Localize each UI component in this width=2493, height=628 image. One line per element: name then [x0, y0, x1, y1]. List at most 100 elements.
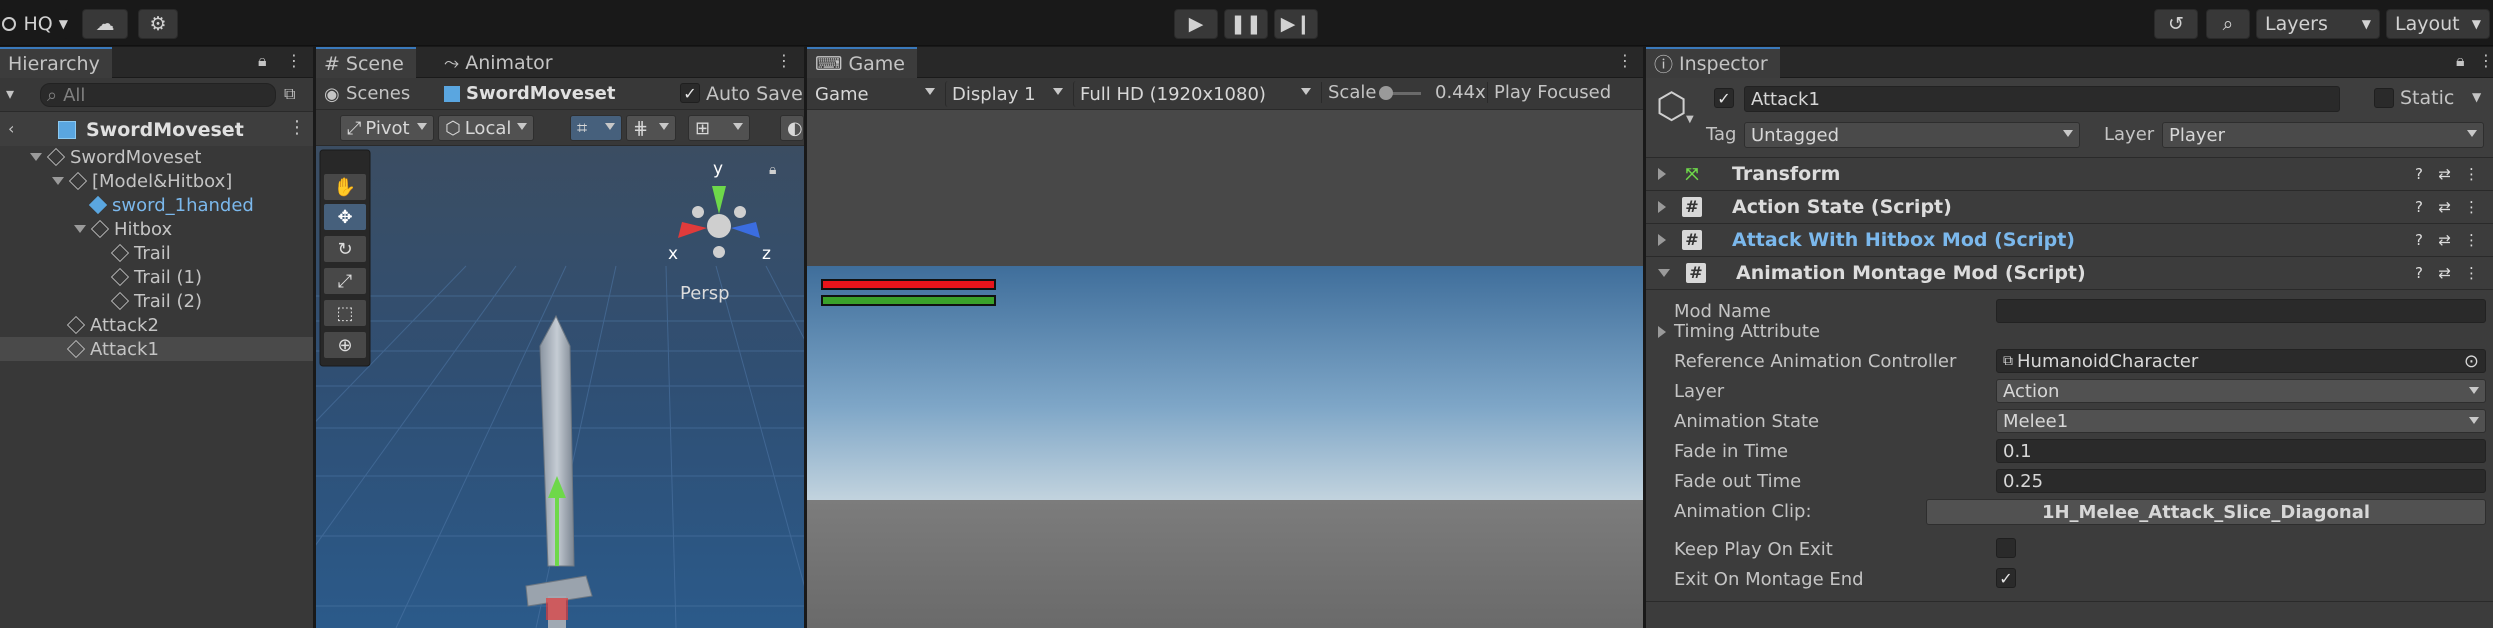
static-checkbox[interactable]	[2374, 88, 2394, 108]
hierarchy-search-input[interactable]: ⌕ All	[40, 83, 276, 107]
rotate-tool-icon[interactable]: ↻	[337, 239, 352, 260]
transform-tool-icon[interactable]: ⊕	[337, 335, 352, 356]
animation-state-dropdown[interactable]: Melee1	[1996, 409, 2486, 433]
grid-snap-toggle[interactable]: ⌗	[570, 115, 622, 141]
rect-tool-icon[interactable]: ⬚	[336, 303, 353, 324]
foldout-arrow-icon[interactable]	[1658, 168, 1666, 180]
kebab-menu-icon[interactable]: ⋮	[286, 51, 302, 70]
scale-tool-icon[interactable]: ⤢	[338, 271, 353, 292]
back-arrow-icon[interactable]: ‹	[8, 119, 14, 138]
tab-hierarchy[interactable]: Hierarchy	[0, 47, 112, 78]
timing-attribute-foldout[interactable]: Timing Attribute	[1674, 321, 1820, 342]
foldout-arrow-icon[interactable]	[1658, 269, 1670, 277]
game-viewport[interactable]	[807, 110, 1643, 628]
draw-mode-toggle[interactable]: ◐	[780, 115, 804, 141]
kebab-menu-icon[interactable]: ⋮	[288, 117, 306, 138]
kebab-menu-icon[interactable]: ⋮	[776, 51, 792, 70]
component-header[interactable]: # Attack With Hitbox Mod (Script)? ⇄ ⋮	[1646, 224, 2493, 257]
scale-slider-handle[interactable]	[1379, 86, 1393, 100]
kebab-menu-icon[interactable]: ⋮	[2464, 198, 2479, 216]
tab-inspector[interactable]: ⓘ Inspector	[1646, 47, 1780, 78]
history-button[interactable]: ↺	[2154, 9, 2198, 39]
step-button[interactable]: ▶❙	[1274, 9, 1318, 39]
hand-tool-icon[interactable]: ✋	[334, 176, 356, 198]
expand-arrow-icon[interactable]	[74, 225, 86, 233]
help-icon[interactable]: ?	[2415, 165, 2423, 183]
breadcrumb-scenes[interactable]: Scenes	[346, 83, 410, 104]
kebab-menu-icon[interactable]: ⋮	[2464, 165, 2479, 183]
game-mode-dropdown[interactable]: Game	[809, 81, 941, 107]
move-tool-icon[interactable]: ✥	[337, 207, 352, 228]
align-toggle[interactable]: ⊞	[688, 115, 750, 141]
add-icon[interactable]: ▾	[6, 84, 14, 103]
hierarchy-item[interactable]: sword_1handed	[0, 193, 313, 217]
display-dropdown[interactable]: Display 1	[945, 81, 1069, 107]
play-button[interactable]: ▶	[1174, 9, 1218, 39]
foldout-arrow-icon[interactable]	[1658, 201, 1666, 213]
exit-on-end-checkbox[interactable]: ✓	[1996, 568, 2016, 588]
play-focused-dropdown[interactable]: Play Focused	[1487, 82, 1611, 103]
account-dropdown[interactable]: HQ ▼	[0, 9, 68, 39]
expand-arrow-icon[interactable]	[52, 177, 64, 185]
layer-dropdown[interactable]: Player	[2162, 122, 2484, 148]
collab-button[interactable]: ⚙	[138, 9, 178, 39]
kebab-menu-icon[interactable]: ⋮	[2478, 51, 2493, 70]
fade-out-input[interactable]: 0.25	[1996, 469, 2486, 493]
active-checkbox[interactable]: ✓	[1714, 88, 1734, 108]
tab-animator[interactable]: ⤳ Animator	[436, 47, 565, 78]
help-icon[interactable]: ?	[2415, 198, 2423, 216]
component-header[interactable]: # Animation Montage Mod (Script)? ⇄ ⋮	[1646, 257, 2493, 290]
animation-clip-button[interactable]: 1H_Melee_Attack_Slice_Diagonal	[1926, 499, 2486, 525]
local-dropdown[interactable]: ⬡ Local	[438, 115, 534, 141]
kebab-menu-icon[interactable]: ⋮	[2464, 231, 2479, 249]
lock-icon[interactable]: 🔒︎	[2456, 51, 2465, 71]
chevron-down-icon[interactable]: ▼	[2472, 90, 2481, 104]
component-header[interactable]: ⤧ Transform? ⇄ ⋮	[1646, 158, 2493, 191]
component-header[interactable]: # Action State (Script)? ⇄ ⋮	[1646, 191, 2493, 224]
hierarchy-item[interactable]: Hitbox	[0, 217, 313, 241]
layers-dropdown[interactable]: Layers ▼	[2256, 9, 2380, 39]
kebab-menu-icon[interactable]: ⋮	[2464, 264, 2479, 282]
hierarchy-item[interactable]: Trail (2)	[0, 289, 313, 313]
foldout-arrow-icon[interactable]	[1658, 234, 1666, 246]
auto-save-checkbox[interactable]: ✓	[680, 83, 700, 103]
increment-snap-toggle[interactable]: ⋕	[626, 115, 676, 141]
settings-icon[interactable]: ⇄	[2438, 231, 2451, 249]
expand-arrow-icon[interactable]	[1658, 326, 1666, 338]
layer-field-dropdown[interactable]: Action	[1996, 379, 2486, 403]
resolution-dropdown[interactable]: Full HD (1920x1080)	[1073, 81, 1317, 107]
lock-icon[interactable]: 🔒︎	[258, 51, 267, 71]
persp-label[interactable]: Persp	[680, 283, 730, 304]
cloud-button[interactable]: ☁	[82, 9, 128, 39]
lock-icon[interactable]: 🔒︎	[769, 162, 776, 178]
keep-play-checkbox[interactable]	[1996, 538, 2016, 558]
pause-button[interactable]: ❚❚	[1224, 9, 1268, 39]
hierarchy-item[interactable]: Attack2	[0, 313, 313, 337]
mod-name-input[interactable]	[1996, 299, 2486, 323]
hierarchy-item[interactable]: Trail (1)	[0, 265, 313, 289]
search-button[interactable]: ⌕	[2206, 9, 2250, 39]
tab-scene[interactable]: # Scene	[316, 47, 416, 78]
tag-dropdown[interactable]: Untagged	[1744, 122, 2080, 148]
search-filter-icon[interactable]: ⧉	[284, 84, 295, 104]
ref-anim-controller-field[interactable]: ⧉ HumanoidCharacter ⊙	[1996, 349, 2486, 373]
chevron-down-icon[interactable]: ▼	[1686, 114, 1694, 125]
object-name-input[interactable]: Attack1	[1744, 86, 2340, 112]
fade-in-input[interactable]: 0.1	[1996, 439, 2486, 463]
hierarchy-item[interactable]: Trail	[0, 241, 313, 265]
hierarchy-item[interactable]: [Model&Hitbox]	[0, 169, 313, 193]
help-icon[interactable]: ?	[2415, 231, 2423, 249]
scale-slider[interactable]	[1379, 86, 1421, 100]
expand-arrow-icon[interactable]	[30, 153, 42, 161]
layout-dropdown[interactable]: Layout ▼	[2386, 9, 2490, 39]
settings-icon[interactable]: ⇄	[2438, 264, 2451, 282]
object-picker-icon[interactable]: ⊙	[2464, 351, 2479, 372]
kebab-menu-icon[interactable]: ⋮	[1617, 51, 1633, 70]
tab-game[interactable]: ⌨ Game	[807, 47, 918, 78]
hierarchy-item[interactable]: SwordMoveset	[0, 145, 313, 169]
breadcrumb-asset[interactable]: SwordMoveset	[466, 83, 615, 104]
scene-viewport[interactable]: ✋ ✥ ↻ ⤢ ⬚ ⊕ y x z 🔒︎ Persp	[316, 146, 804, 628]
help-icon[interactable]: ?	[2415, 264, 2423, 282]
hierarchy-item[interactable]: Attack1	[0, 337, 313, 361]
pivot-dropdown[interactable]: ⤢ Pivot	[340, 115, 434, 141]
